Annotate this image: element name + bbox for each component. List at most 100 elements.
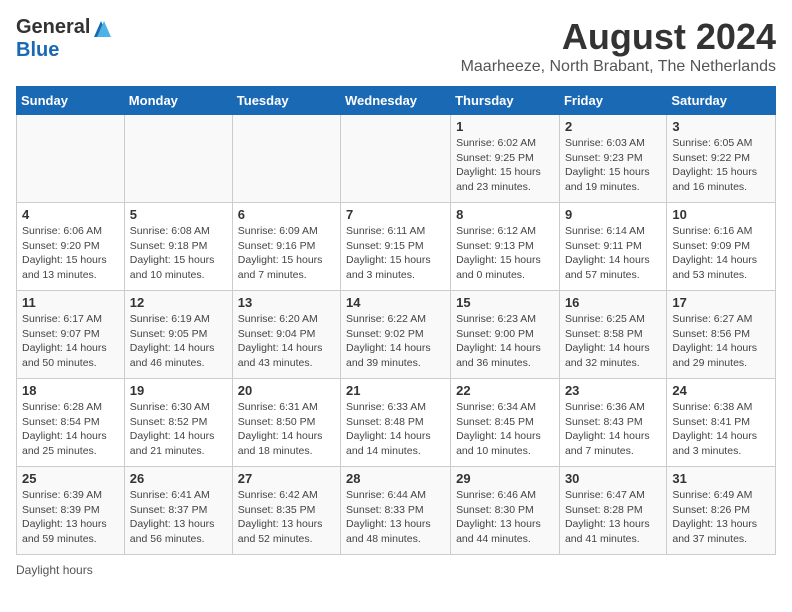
day-info: Sunrise: 6:36 AM Sunset: 8:43 PM Dayligh…: [565, 400, 661, 459]
day-number: 5: [130, 207, 227, 222]
header-saturday: Saturday: [667, 87, 776, 115]
header-friday: Friday: [559, 87, 666, 115]
day-number: 3: [672, 119, 770, 134]
day-info: Sunrise: 6:23 AM Sunset: 9:00 PM Dayligh…: [456, 312, 554, 371]
day-info: Sunrise: 6:39 AM Sunset: 8:39 PM Dayligh…: [22, 488, 119, 547]
day-number: 1: [456, 119, 554, 134]
day-number: 31: [672, 471, 770, 486]
day-number: 30: [565, 471, 661, 486]
day-info: Sunrise: 6:06 AM Sunset: 9:20 PM Dayligh…: [22, 224, 119, 283]
page-subtitle: Maarheeze, North Brabant, The Netherland…: [461, 58, 776, 76]
day-info: Sunrise: 6:16 AM Sunset: 9:09 PM Dayligh…: [672, 224, 770, 283]
calendar-day: 14 Sunrise: 6:22 AM Sunset: 9:02 PM Dayli…: [341, 291, 451, 379]
day-info: Sunrise: 6:31 AM Sunset: 8:50 PM Dayligh…: [238, 400, 335, 459]
day-info: Sunrise: 6:14 AM Sunset: 9:11 PM Dayligh…: [565, 224, 661, 283]
day-number: 27: [238, 471, 335, 486]
calendar-day: 31 Sunrise: 6:49 AM Sunset: 8:26 PM Dayli…: [667, 467, 776, 555]
calendar-day: 16 Sunrise: 6:25 AM Sunset: 8:58 PM Dayli…: [559, 291, 666, 379]
day-info: Sunrise: 6:19 AM Sunset: 9:05 PM Dayligh…: [130, 312, 227, 371]
day-number: 6: [238, 207, 335, 222]
calendar-day: [17, 115, 125, 203]
day-number: 23: [565, 383, 661, 398]
header-thursday: Thursday: [451, 87, 560, 115]
day-info: Sunrise: 6:25 AM Sunset: 8:58 PM Dayligh…: [565, 312, 661, 371]
day-number: 20: [238, 383, 335, 398]
day-number: 15: [456, 295, 554, 310]
calendar-week-row: 11 Sunrise: 6:17 AM Sunset: 9:07 PM Dayli…: [17, 291, 776, 379]
calendar-day: 24 Sunrise: 6:38 AM Sunset: 8:41 PM Dayli…: [667, 379, 776, 467]
calendar-day: 17Sunrise: 6:27 AM Sunset: 8:56 PM Dayli…: [667, 291, 776, 379]
calendar-day: 5 Sunrise: 6:08 AM Sunset: 9:18 PM Daylig…: [124, 203, 232, 291]
day-info: Sunrise: 6:38 AM Sunset: 8:41 PM Dayligh…: [672, 400, 770, 459]
calendar-day: 9Sunrise: 6:14 AM Sunset: 9:11 PM Daylig…: [559, 203, 666, 291]
title-block: August 2024 Maarheeze, North Brabant, Th…: [461, 16, 776, 76]
day-info: Sunrise: 6:22 AM Sunset: 9:02 PM Dayligh…: [346, 312, 445, 371]
page-header: General Blue August 2024 Maarheeze, Nort…: [16, 16, 776, 76]
day-number: 22: [456, 383, 554, 398]
day-number: 25: [22, 471, 119, 486]
logo-blue: Blue: [16, 39, 59, 62]
day-info: Sunrise: 6:47 AM Sunset: 8:28 PM Dayligh…: [565, 488, 661, 547]
logo-icon: [90, 19, 112, 37]
calendar-table: Sunday Monday Tuesday Wednesday Thursday…: [16, 86, 776, 555]
logo: General Blue: [16, 16, 112, 62]
calendar-day: 18Sunrise: 6:28 AM Sunset: 8:54 PM Dayli…: [17, 379, 125, 467]
calendar-body: 1 Sunrise: 6:02 AM Sunset: 9:25 PM Daylig…: [17, 115, 776, 555]
calendar-day: 4 Sunrise: 6:06 AM Sunset: 9:20 PM Daylig…: [17, 203, 125, 291]
calendar-header-row: Sunday Monday Tuesday Wednesday Thursday…: [17, 87, 776, 115]
day-info: Sunrise: 6:27 AM Sunset: 8:56 PM Dayligh…: [672, 312, 770, 371]
day-number: 19: [130, 383, 227, 398]
day-number: 13: [238, 295, 335, 310]
calendar-day: 30 Sunrise: 6:47 AM Sunset: 8:28 PM Dayli…: [559, 467, 666, 555]
calendar-day: 6 Sunrise: 6:09 AM Sunset: 9:16 PM Daylig…: [232, 203, 340, 291]
day-info: Sunrise: 6:44 AM Sunset: 8:33 PM Dayligh…: [346, 488, 445, 547]
day-number: 4: [22, 207, 119, 222]
day-number: 8: [456, 207, 554, 222]
day-info: Sunrise: 6:02 AM Sunset: 9:25 PM Dayligh…: [456, 136, 554, 195]
calendar-day: 28Sunrise: 6:44 AM Sunset: 8:33 PM Dayli…: [341, 467, 451, 555]
calendar-day: 27 Sunrise: 6:42 AM Sunset: 8:35 PM Dayli…: [232, 467, 340, 555]
calendar-day: [124, 115, 232, 203]
day-number: 14: [346, 295, 445, 310]
logo-general: General: [16, 16, 90, 39]
day-info: Sunrise: 6:03 AM Sunset: 9:23 PM Dayligh…: [565, 136, 661, 195]
calendar-day: 7 Sunrise: 6:11 AM Sunset: 9:15 PM Daylig…: [341, 203, 451, 291]
calendar-day: 22 Sunrise: 6:34 AM Sunset: 8:45 PM Dayli…: [451, 379, 560, 467]
day-info: Sunrise: 6:09 AM Sunset: 9:16 PM Dayligh…: [238, 224, 335, 283]
calendar-day: 10Sunrise: 6:16 AM Sunset: 9:09 PM Dayli…: [667, 203, 776, 291]
day-info: Sunrise: 6:17 AM Sunset: 9:07 PM Dayligh…: [22, 312, 119, 371]
calendar-day: 20 Sunrise: 6:31 AM Sunset: 8:50 PM Dayli…: [232, 379, 340, 467]
day-info: Sunrise: 6:42 AM Sunset: 8:35 PM Dayligh…: [238, 488, 335, 547]
page-title: August 2024: [461, 16, 776, 58]
calendar-day: 26Sunrise: 6:41 AM Sunset: 8:37 PM Dayli…: [124, 467, 232, 555]
day-number: 16: [565, 295, 661, 310]
calendar-day: 19 Sunrise: 6:30 AM Sunset: 8:52 PM Dayli…: [124, 379, 232, 467]
header-tuesday: Tuesday: [232, 87, 340, 115]
calendar-day: 15 Sunrise: 6:23 AM Sunset: 9:00 PM Dayli…: [451, 291, 560, 379]
calendar-week-row: 25 Sunrise: 6:39 AM Sunset: 8:39 PM Dayli…: [17, 467, 776, 555]
day-info: Sunrise: 6:11 AM Sunset: 9:15 PM Dayligh…: [346, 224, 445, 283]
day-info: Sunrise: 6:30 AM Sunset: 8:52 PM Dayligh…: [130, 400, 227, 459]
calendar-day: 13 Sunrise: 6:20 AM Sunset: 9:04 PM Dayli…: [232, 291, 340, 379]
day-info: Sunrise: 6:49 AM Sunset: 8:26 PM Dayligh…: [672, 488, 770, 547]
calendar-day: 11 Sunrise: 6:17 AM Sunset: 9:07 PM Dayli…: [17, 291, 125, 379]
day-number: 11: [22, 295, 119, 310]
calendar-day: 25 Sunrise: 6:39 AM Sunset: 8:39 PM Dayli…: [17, 467, 125, 555]
calendar-day: [341, 115, 451, 203]
day-info: Sunrise: 6:20 AM Sunset: 9:04 PM Dayligh…: [238, 312, 335, 371]
day-info: Sunrise: 6:34 AM Sunset: 8:45 PM Dayligh…: [456, 400, 554, 459]
calendar-day: 2 Sunrise: 6:03 AM Sunset: 9:23 PM Daylig…: [559, 115, 666, 203]
day-info: Sunrise: 6:46 AM Sunset: 8:30 PM Dayligh…: [456, 488, 554, 547]
calendar-week-row: 1 Sunrise: 6:02 AM Sunset: 9:25 PM Daylig…: [17, 115, 776, 203]
calendar-day: 1 Sunrise: 6:02 AM Sunset: 9:25 PM Daylig…: [451, 115, 560, 203]
day-number: 2: [565, 119, 661, 134]
calendar-day: [232, 115, 340, 203]
calendar-day: 21Sunrise: 6:33 AM Sunset: 8:48 PM Dayli…: [341, 379, 451, 467]
day-info: Sunrise: 6:08 AM Sunset: 9:18 PM Dayligh…: [130, 224, 227, 283]
day-number: 24: [672, 383, 770, 398]
footer-note: Daylight hours: [16, 563, 776, 577]
day-number: 12: [130, 295, 227, 310]
calendar-day: 23 Sunrise: 6:36 AM Sunset: 8:43 PM Dayli…: [559, 379, 666, 467]
day-number: 7: [346, 207, 445, 222]
day-info: Sunrise: 6:41 AM Sunset: 8:37 PM Dayligh…: [130, 488, 227, 547]
